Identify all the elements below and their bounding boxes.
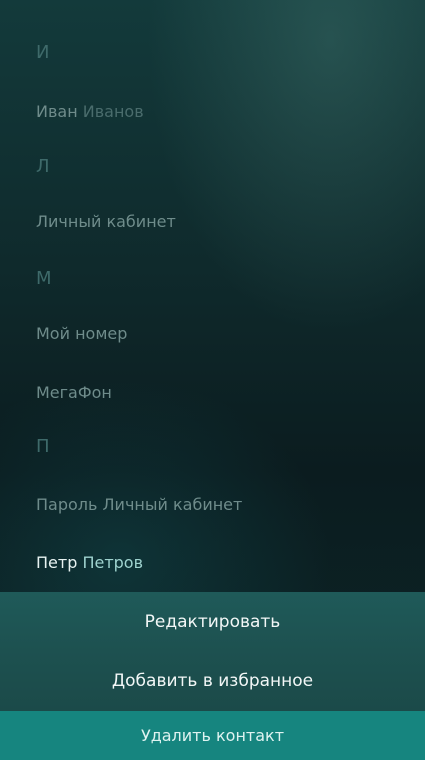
contact-ivan-ivanov[interactable]: Иван Иванов [36,102,144,121]
delete-contact-button[interactable]: Удалить контакт [0,711,425,760]
edit-contact-button[interactable]: Редактировать [0,592,425,651]
contact-last-name: Петров [82,553,144,572]
delete-contact-label: Удалить контакт [140,726,285,745]
section-letter-l: Л [36,156,50,177]
contact-my-number[interactable]: Мой номер [36,324,127,343]
add-to-favorites-button[interactable]: Добавить в избранное [0,651,425,711]
contact-first-name: Иван [36,102,78,121]
section-letter-p: П [36,436,50,457]
contact-password-account[interactable]: Пароль Личный кабинет [36,495,242,514]
contact-context-menu: Редактировать Добавить в избранное Удали… [0,592,425,760]
edit-contact-label: Редактировать [144,611,281,632]
section-letter-i: И [36,42,50,63]
contact-petr-petrov[interactable]: Петр Петров [36,553,143,572]
contact-personal-account[interactable]: Личный кабинет [36,212,176,231]
contact-megafon[interactable]: МегаФон [36,383,112,402]
section-letter-m: М [36,268,52,289]
add-to-favorites-label: Добавить в избранное [111,671,314,691]
contacts-screen: И Иван Иванов Л Личный кабинет М Мой ном… [0,0,425,760]
contact-first-name: Петр [36,553,78,572]
contact-last-name: Иванов [82,102,144,121]
